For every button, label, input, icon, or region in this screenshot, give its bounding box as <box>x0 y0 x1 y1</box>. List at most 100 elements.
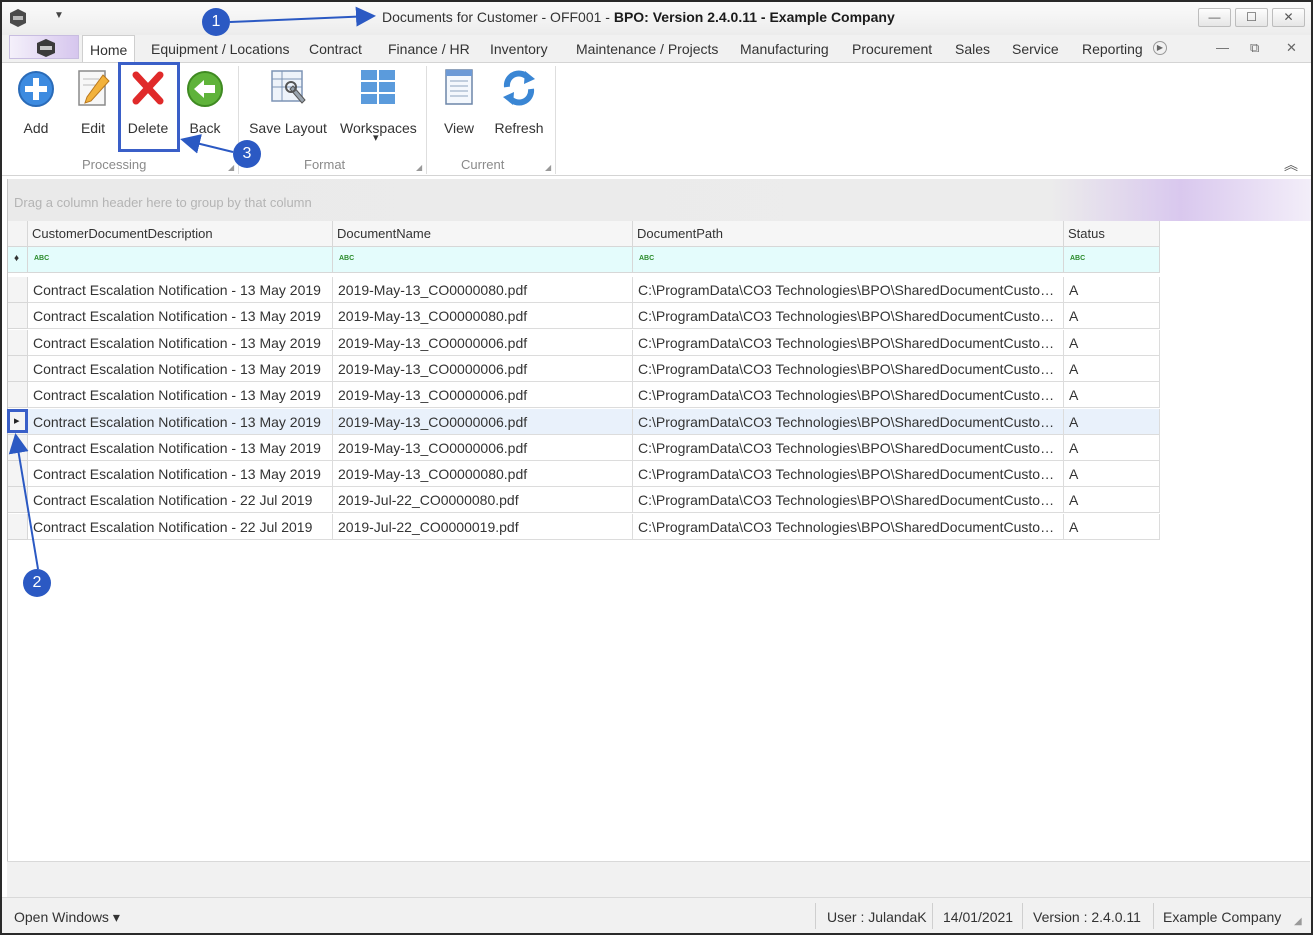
table-row[interactable]: Contract Escalation Notification - 13 Ma… <box>28 330 1160 356</box>
filter-cell-document-name[interactable]: ABC <box>333 247 633 273</box>
mdi-minimize-icon[interactable]: — <box>1216 40 1229 55</box>
cell-description[interactable]: Contract Escalation Notification - 13 Ma… <box>28 435 333 461</box>
cell-description[interactable]: Contract Escalation Notification - 22 Ju… <box>28 514 333 540</box>
cell-document-name[interactable]: 2019-May-13_CO0000080.pdf <box>333 461 633 487</box>
table-row[interactable]: Contract Escalation Notification - 13 Ma… <box>28 277 1160 303</box>
cell-description[interactable]: Contract Escalation Notification - 13 Ma… <box>28 409 333 435</box>
cell-document-path[interactable]: C:\ProgramData\CO3 Technologies\BPO\Shar… <box>633 514 1064 540</box>
tab-sales[interactable]: Sales <box>955 41 990 57</box>
cell-description[interactable]: Contract Escalation Notification - 13 Ma… <box>28 330 333 356</box>
cell-document-path[interactable]: C:\ProgramData\CO3 Technologies\BPO\Shar… <box>633 330 1064 356</box>
mdi-restore-icon[interactable]: ⧉ <box>1250 40 1259 56</box>
tab-manufacturing[interactable]: Manufacturing <box>740 41 829 57</box>
table-row[interactable]: Contract Escalation Notification - 22 Ju… <box>28 487 1160 513</box>
cell-document-name[interactable]: 2019-May-13_CO0000006.pdf <box>333 409 633 435</box>
table-row[interactable]: Contract Escalation Notification - 13 Ma… <box>28 409 1160 435</box>
processing-launcher-icon[interactable]: ◢ <box>228 163 234 172</box>
column-header-document-path[interactable]: DocumentPath <box>633 221 1064 247</box>
table-row[interactable]: Contract Escalation Notification - 13 Ma… <box>28 461 1160 487</box>
row-indicator[interactable] <box>8 514 28 540</box>
view-button[interactable]: View <box>438 67 480 136</box>
close-button[interactable]: ✕ <box>1272 8 1305 27</box>
cell-document-name[interactable]: 2019-May-13_CO0000006.pdf <box>333 382 633 408</box>
maximize-button[interactable]: ☐ <box>1235 8 1268 27</box>
cell-document-path[interactable]: C:\ProgramData\CO3 Technologies\BPO\Shar… <box>633 487 1064 513</box>
cell-status[interactable]: A <box>1064 514 1160 540</box>
cell-description[interactable]: Contract Escalation Notification - 22 Ju… <box>28 487 333 513</box>
cell-status[interactable]: A <box>1064 330 1160 356</box>
cell-status[interactable]: A <box>1064 435 1160 461</box>
tab-finance-hr[interactable]: Finance / HR <box>388 41 470 57</box>
tab-service[interactable]: Service <box>1012 41 1059 57</box>
save-layout-button[interactable]: Save Layout <box>248 67 328 136</box>
quick-access-dropdown[interactable]: ▼ <box>54 10 64 21</box>
tab-reporting[interactable]: Reporting <box>1082 41 1143 57</box>
cell-description[interactable]: Contract Escalation Notification - 13 Ma… <box>28 277 333 303</box>
cell-status[interactable]: A <box>1064 303 1160 329</box>
row-indicator[interactable] <box>8 382 28 408</box>
cell-status[interactable]: A <box>1064 461 1160 487</box>
mdi-close-icon[interactable]: ✕ <box>1286 40 1297 56</box>
back-button[interactable]: Back <box>184 67 226 136</box>
filter-cell-description[interactable]: ABC <box>28 247 333 273</box>
column-header-status[interactable]: Status <box>1064 221 1160 247</box>
row-indicator[interactable] <box>8 330 28 356</box>
tab-procurement[interactable]: Procurement <box>852 41 932 57</box>
resize-grip-icon[interactable]: ◢ <box>1294 916 1302 927</box>
cell-description[interactable]: Contract Escalation Notification - 13 Ma… <box>28 356 333 382</box>
cell-document-path[interactable]: C:\ProgramData\CO3 Technologies\BPO\Shar… <box>633 435 1064 461</box>
cell-description[interactable]: Contract Escalation Notification - 13 Ma… <box>28 303 333 329</box>
row-indicator[interactable] <box>8 487 28 513</box>
row-indicator[interactable] <box>8 461 28 487</box>
cell-document-name[interactable]: 2019-May-13_CO0000006.pdf <box>333 356 633 382</box>
tab-inventory[interactable]: Inventory <box>490 41 548 57</box>
cell-document-path[interactable]: C:\ProgramData\CO3 Technologies\BPO\Shar… <box>633 461 1064 487</box>
row-indicator[interactable] <box>8 277 28 303</box>
tab-home[interactable]: Home <box>82 35 136 62</box>
cell-status[interactable]: A <box>1064 409 1160 435</box>
application-menu-button[interactable] <box>9 35 79 59</box>
cell-document-name[interactable]: 2019-May-13_CO0000080.pdf <box>333 303 633 329</box>
cell-status[interactable]: A <box>1064 382 1160 408</box>
cell-status[interactable]: A <box>1064 487 1160 513</box>
app-logo-icon[interactable] <box>8 8 28 28</box>
row-indicator[interactable] <box>8 303 28 329</box>
filter-cell-document-path[interactable]: ABC <box>633 247 1064 273</box>
table-row[interactable]: Contract Escalation Notification - 13 Ma… <box>28 382 1160 408</box>
cell-status[interactable]: A <box>1064 356 1160 382</box>
cell-document-name[interactable]: 2019-May-13_CO0000006.pdf <box>333 330 633 356</box>
cell-document-path[interactable]: C:\ProgramData\CO3 Technologies\BPO\Shar… <box>633 382 1064 408</box>
cell-document-path[interactable]: C:\ProgramData\CO3 Technologies\BPO\Shar… <box>633 303 1064 329</box>
cell-status[interactable]: A <box>1064 277 1160 303</box>
edit-button[interactable]: Edit <box>72 67 114 136</box>
cell-document-path[interactable]: C:\ProgramData\CO3 Technologies\BPO\Shar… <box>633 277 1064 303</box>
cell-description[interactable]: Contract Escalation Notification - 13 Ma… <box>28 461 333 487</box>
row-indicator[interactable] <box>8 435 28 461</box>
cell-document-name[interactable]: 2019-Jul-22_CO0000080.pdf <box>333 487 633 513</box>
cell-document-name[interactable]: 2019-Jul-22_CO0000019.pdf <box>333 514 633 540</box>
cell-document-path[interactable]: C:\ProgramData\CO3 Technologies\BPO\Shar… <box>633 356 1064 382</box>
cell-document-name[interactable]: 2019-May-13_CO0000006.pdf <box>333 435 633 461</box>
filter-cell-status[interactable]: ABC <box>1064 247 1160 273</box>
table-row[interactable]: Contract Escalation Notification - 13 Ma… <box>28 356 1160 382</box>
tab-maintenance-projects[interactable]: Maintenance / Projects <box>576 41 718 57</box>
table-row[interactable]: Contract Escalation Notification - 13 Ma… <box>28 303 1160 329</box>
table-row[interactable]: Contract Escalation Notification - 13 Ma… <box>28 435 1160 461</box>
current-launcher-icon[interactable]: ◢ <box>545 163 551 172</box>
add-button[interactable]: Add <box>15 67 57 136</box>
workspaces-button[interactable]: Workspaces ▾ <box>340 67 417 144</box>
row-indicator[interactable] <box>8 356 28 382</box>
minimize-button[interactable]: — <box>1198 8 1231 27</box>
tab-equipment-locations[interactable]: Equipment / Locations <box>151 41 290 57</box>
open-windows-button[interactable]: Open Windows ▾ <box>14 909 120 926</box>
column-header-document-name[interactable]: DocumentName <box>333 221 633 247</box>
tabs-scroll-right-icon[interactable]: ▶ <box>1153 41 1167 55</box>
format-launcher-icon[interactable]: ◢ <box>416 163 422 172</box>
tab-contract[interactable]: Contract <box>309 41 362 57</box>
cell-description[interactable]: Contract Escalation Notification - 13 Ma… <box>28 382 333 408</box>
table-row[interactable]: Contract Escalation Notification - 22 Ju… <box>28 514 1160 540</box>
column-header-description[interactable]: CustomerDocumentDescription <box>28 221 333 247</box>
cell-document-name[interactable]: 2019-May-13_CO0000080.pdf <box>333 277 633 303</box>
refresh-button[interactable]: Refresh <box>492 67 546 136</box>
cell-document-path[interactable]: C:\ProgramData\CO3 Technologies\BPO\Shar… <box>633 409 1064 435</box>
